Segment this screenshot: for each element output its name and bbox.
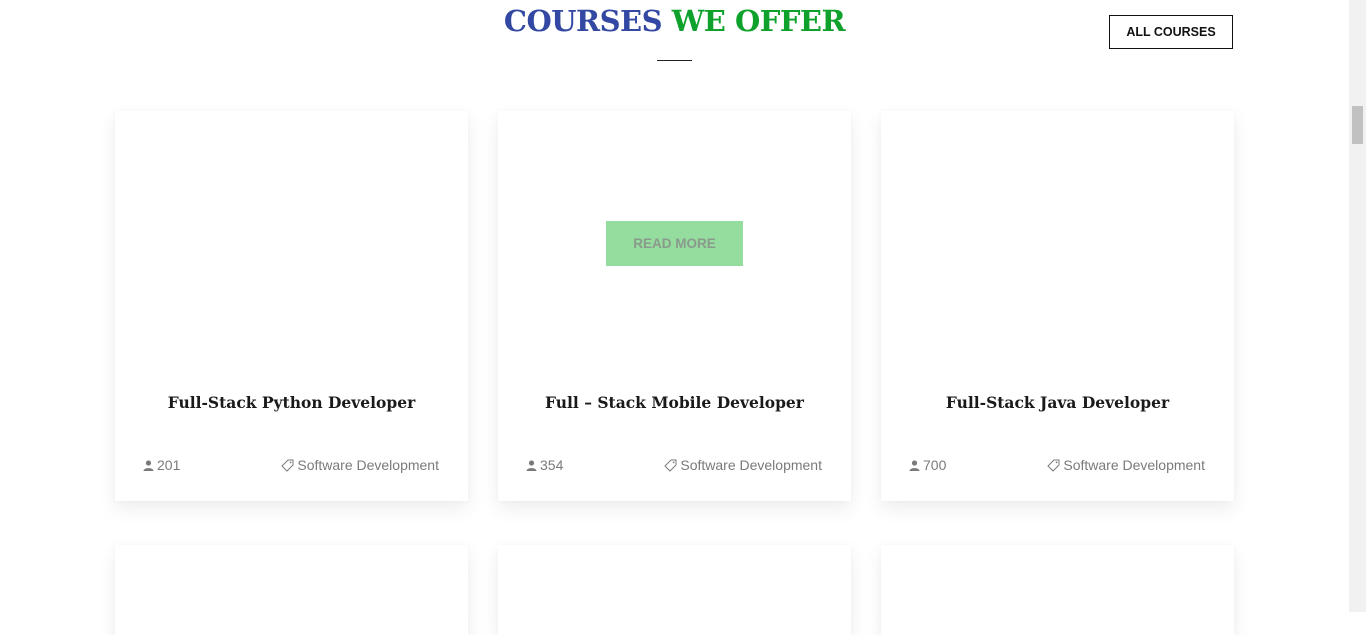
tag-icon [281,459,294,472]
course-students: 700 [909,457,946,473]
course-students-count: 700 [923,457,947,473]
course-category-label[interactable]: Software Development [680,457,822,473]
user-icon [526,459,537,471]
course-meta: 354 Software Development [526,457,822,473]
course-card-java[interactable]: Full-Stack Java Developer 700 Software D… [881,111,1234,501]
course-card-python[interactable]: Full-Stack Python Developer 201 Software… [115,111,468,501]
scrollbar-thumb[interactable] [1352,106,1363,144]
title-divider [657,60,692,61]
course-students-count: 354 [540,457,564,473]
section-title-part1: COURSES [503,4,663,38]
course-category[interactable]: Software Development [664,457,822,473]
course-meta: 201 Software Development [143,457,439,473]
course-category-label[interactable]: Software Development [1063,457,1205,473]
course-card-row2-1[interactable] [115,545,468,635]
user-icon [909,459,920,471]
course-students-count: 201 [157,457,181,473]
course-meta: 700 Software Development [909,457,1205,473]
all-courses-button[interactable]: ALL COURSES [1109,15,1233,49]
course-card-row2-3[interactable] [881,545,1234,635]
tag-icon [664,459,677,472]
course-title[interactable]: Full-Stack Python Developer [115,393,468,412]
course-card-row2-2[interactable] [498,545,851,635]
course-card-mobile[interactable]: READ MORE Full – Stack Mobile Developer … [498,111,851,501]
course-students: 201 [143,457,180,473]
read-more-button[interactable]: READ MORE [606,221,743,266]
course-category[interactable]: Software Development [1047,457,1205,473]
course-category[interactable]: Software Development [281,457,439,473]
tag-icon [1047,459,1060,472]
course-students: 354 [526,457,563,473]
course-category-label[interactable]: Software Development [297,457,439,473]
section-title-part2: WE OFFER [671,4,846,38]
user-icon [143,459,154,471]
page-scrollbar[interactable] [1349,0,1366,612]
course-title[interactable]: Full-Stack Java Developer [881,393,1234,412]
course-title[interactable]: Full – Stack Mobile Developer [498,393,851,412]
